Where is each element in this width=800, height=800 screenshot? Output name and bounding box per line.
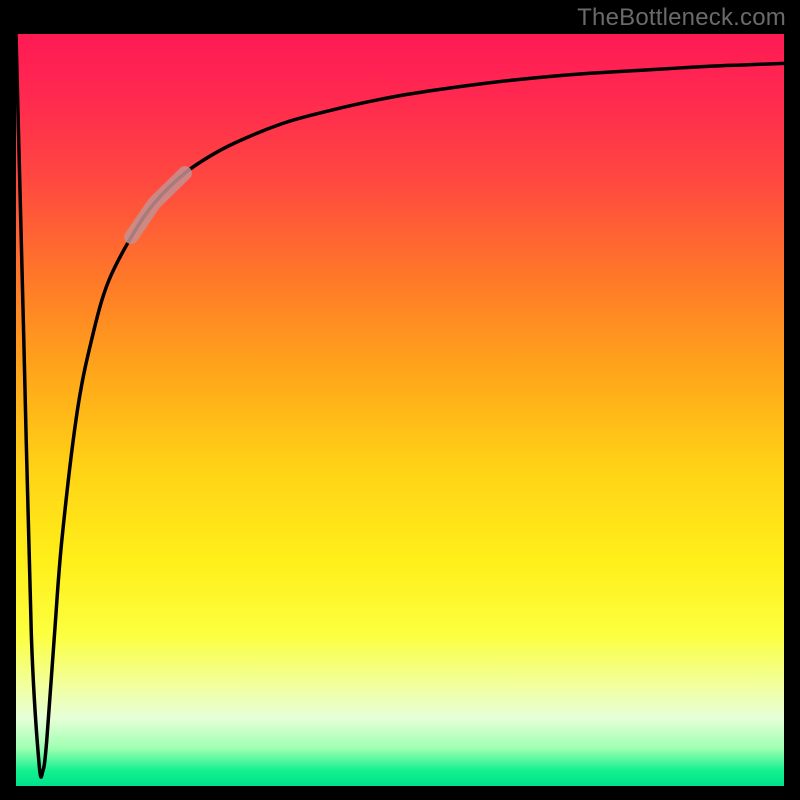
highlight-band-path [131, 173, 185, 237]
plot-area [16, 34, 784, 786]
watermark-text: TheBottleneck.com [577, 4, 786, 32]
chart-root: TheBottleneck.com [0, 0, 800, 800]
main-curve-path [16, 34, 784, 777]
chart-svg [16, 34, 784, 786]
